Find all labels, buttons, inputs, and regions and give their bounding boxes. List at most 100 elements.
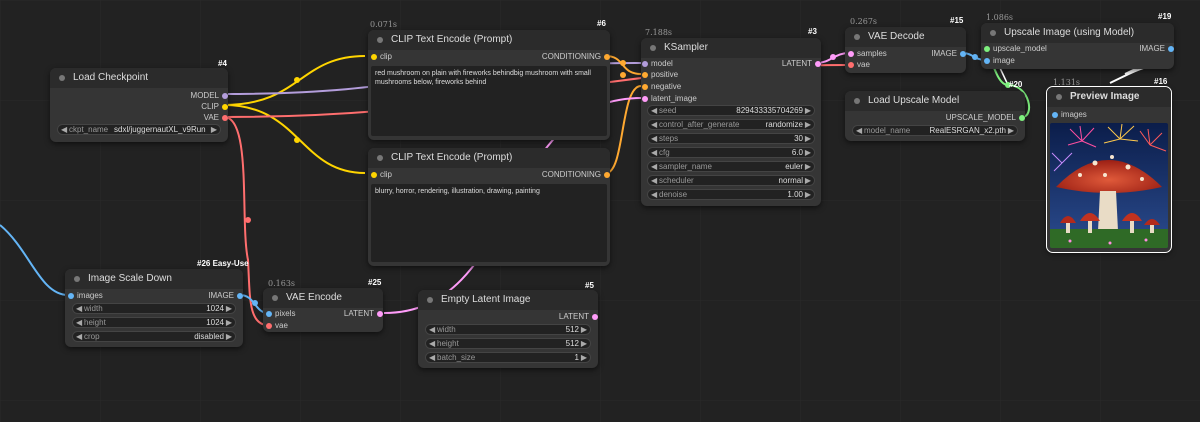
- port-dot-icon[interactable]: [848, 51, 854, 57]
- output-conditioning[interactable]: CONDITIONING: [542, 52, 610, 61]
- arrow-right-icon[interactable]: ▶: [211, 125, 217, 134]
- arrow-left-icon[interactable]: ◀: [651, 162, 657, 171]
- port-dot-icon[interactable]: [848, 62, 854, 68]
- arrow-left-icon[interactable]: ◀: [651, 190, 657, 199]
- port-dot-icon[interactable]: [984, 58, 990, 64]
- input-negative[interactable]: negative: [642, 82, 681, 91]
- node-header[interactable]: VAE Encode: [263, 288, 383, 308]
- input-latent-image[interactable]: latent_image: [642, 94, 697, 103]
- output-model[interactable]: MODEL: [191, 91, 228, 100]
- port-dot-icon[interactable]: [371, 172, 377, 178]
- node-image-scale-down[interactable]: Image Scale Down images IMAGE ◀ width 1024…: [65, 269, 243, 347]
- output-latent[interactable]: LATENT: [344, 309, 383, 318]
- port-dot-icon[interactable]: [642, 96, 648, 102]
- port-dot-icon[interactable]: [222, 115, 228, 121]
- port-dot-icon[interactable]: [377, 311, 383, 317]
- arrow-left-icon[interactable]: ◀: [429, 339, 435, 348]
- arrow-left-icon[interactable]: ◀: [856, 126, 862, 135]
- arrow-right-icon[interactable]: ▶: [805, 162, 811, 171]
- widget-cfg[interactable]: ◀ cfg 6.0 ▶: [647, 147, 815, 158]
- port-dot-icon[interactable]: [642, 61, 648, 67]
- arrow-right-icon[interactable]: ▶: [581, 353, 587, 362]
- widget-ckpt-name[interactable]: ◀ckpt_namesdxl/juggernautXL_v9Rundiff...…: [57, 124, 221, 135]
- widget-width[interactable]: ◀ width 512 ▶: [425, 324, 591, 335]
- arrow-left-icon[interactable]: ◀: [651, 148, 657, 157]
- collapse-dot[interactable]: [377, 37, 383, 43]
- output-clip[interactable]: CLIP: [201, 102, 228, 111]
- arrow-left-icon[interactable]: ◀: [61, 125, 67, 134]
- collapse-dot[interactable]: [377, 155, 383, 161]
- arrow-left-icon[interactable]: ◀: [651, 176, 657, 185]
- input-images[interactable]: images: [68, 291, 103, 300]
- input-pixels[interactable]: pixels: [266, 309, 295, 318]
- port-dot-icon[interactable]: [1019, 115, 1025, 121]
- node-header[interactable]: CLIP Text Encode (Prompt): [368, 148, 610, 168]
- arrow-left-icon[interactable]: ◀: [651, 120, 657, 129]
- node-header[interactable]: Preview Image: [1047, 87, 1171, 107]
- arrow-left-icon[interactable]: ◀: [76, 332, 82, 341]
- node-ksampler[interactable]: KSampler model positive negative latent_…: [641, 38, 821, 206]
- collapse-dot[interactable]: [59, 75, 65, 81]
- arrow-right-icon[interactable]: ▶: [805, 148, 811, 157]
- collapse-dot[interactable]: [74, 276, 80, 282]
- arrow-right-icon[interactable]: ▶: [805, 120, 811, 129]
- arrow-left-icon[interactable]: ◀: [651, 106, 657, 115]
- arrow-left-icon[interactable]: ◀: [76, 318, 82, 327]
- node-header[interactable]: Load Upscale Model: [845, 91, 1025, 111]
- prompt-textarea[interactable]: red mushroom on plain with fireworks beh…: [371, 66, 607, 136]
- output-conditioning[interactable]: CONDITIONING: [542, 170, 610, 179]
- node-clip-text-encode-negative[interactable]: CLIP Text Encode (Prompt) clip CONDITION…: [368, 148, 610, 266]
- output-vae[interactable]: VAE: [204, 113, 228, 122]
- input-positive[interactable]: positive: [642, 70, 678, 79]
- port-dot-icon[interactable]: [237, 293, 243, 299]
- node-preview-image[interactable]: Preview Image images: [1046, 86, 1172, 253]
- node-upscale-image[interactable]: Upscale Image (using Model) upscale_mode…: [981, 23, 1174, 69]
- port-dot-icon[interactable]: [1168, 46, 1174, 52]
- node-header[interactable]: Upscale Image (using Model): [981, 23, 1174, 43]
- widget-batch-size[interactable]: ◀ batch_size 1 ▶: [425, 352, 591, 363]
- node-load-upscale-model[interactable]: Load Upscale Model UPSCALE_MODEL ◀ model_…: [845, 91, 1025, 141]
- node-empty-latent-image[interactable]: Empty Latent Image LATENT ◀ width 512 ▶ ◀ he…: [418, 290, 598, 368]
- arrow-right-icon[interactable]: ▶: [805, 134, 811, 143]
- node-header[interactable]: Load Checkpoint: [50, 68, 228, 88]
- widget-seed[interactable]: ◀ seed 829433335704269 ▶: [647, 105, 815, 116]
- arrow-right-icon[interactable]: ▶: [226, 332, 232, 341]
- port-dot-icon[interactable]: [266, 311, 272, 317]
- widget-crop[interactable]: ◀ crop disabled ▶: [72, 331, 236, 342]
- arrow-right-icon[interactable]: ▶: [226, 304, 232, 313]
- node-clip-text-encode-positive[interactable]: CLIP Text Encode (Prompt) clip CONDITION…: [368, 30, 610, 140]
- input-image[interactable]: image: [984, 56, 1015, 65]
- output-latent[interactable]: LATENT: [782, 59, 821, 68]
- input-vae[interactable]: vae: [848, 60, 870, 69]
- port-dot-icon[interactable]: [984, 46, 990, 52]
- port-dot-icon[interactable]: [222, 104, 228, 110]
- input-vae[interactable]: vae: [266, 321, 288, 330]
- widget-width[interactable]: ◀ width 1024 ▶: [72, 303, 236, 314]
- output-image[interactable]: IMAGE: [1139, 44, 1174, 53]
- widget-height[interactable]: ◀ height 512 ▶: [425, 338, 591, 349]
- port-dot-icon[interactable]: [604, 172, 610, 178]
- collapse-dot[interactable]: [272, 295, 278, 301]
- input-clip[interactable]: clip: [371, 170, 392, 179]
- node-header[interactable]: VAE Decode: [845, 27, 966, 47]
- widget-height[interactable]: ◀ height 1024 ▶: [72, 317, 236, 328]
- arrow-left-icon[interactable]: ◀: [429, 353, 435, 362]
- port-dot-icon[interactable]: [266, 323, 272, 329]
- port-dot-icon[interactable]: [222, 93, 228, 99]
- arrow-right-icon[interactable]: ▶: [1008, 126, 1014, 135]
- node-header[interactable]: Empty Latent Image: [418, 290, 598, 310]
- prompt-textarea[interactable]: blurry, horror, rendering, illustration,…: [371, 184, 607, 262]
- node-header[interactable]: KSampler: [641, 38, 821, 58]
- arrow-right-icon[interactable]: ▶: [226, 318, 232, 327]
- widget-model-name[interactable]: ◀ model_name RealESRGAN_x2.pth ▶: [852, 125, 1018, 136]
- arrow-right-icon[interactable]: ▶: [581, 325, 587, 334]
- node-vae-decode[interactable]: VAE Decode samples vae IMAGE: [845, 27, 966, 73]
- arrow-right-icon[interactable]: ▶: [805, 190, 811, 199]
- port-dot-icon[interactable]: [1052, 112, 1058, 118]
- node-vae-encode[interactable]: VAE Encode pixels vae LATENT: [263, 288, 383, 332]
- node-load-checkpoint[interactable]: Load Checkpoint MODEL CLIP VAE ◀ ckpt_nam…: [50, 68, 228, 142]
- input-clip[interactable]: clip: [371, 52, 392, 61]
- port-dot-icon[interactable]: [68, 293, 74, 299]
- arrow-right-icon[interactable]: ▶: [805, 176, 811, 185]
- collapse-dot[interactable]: [854, 98, 860, 104]
